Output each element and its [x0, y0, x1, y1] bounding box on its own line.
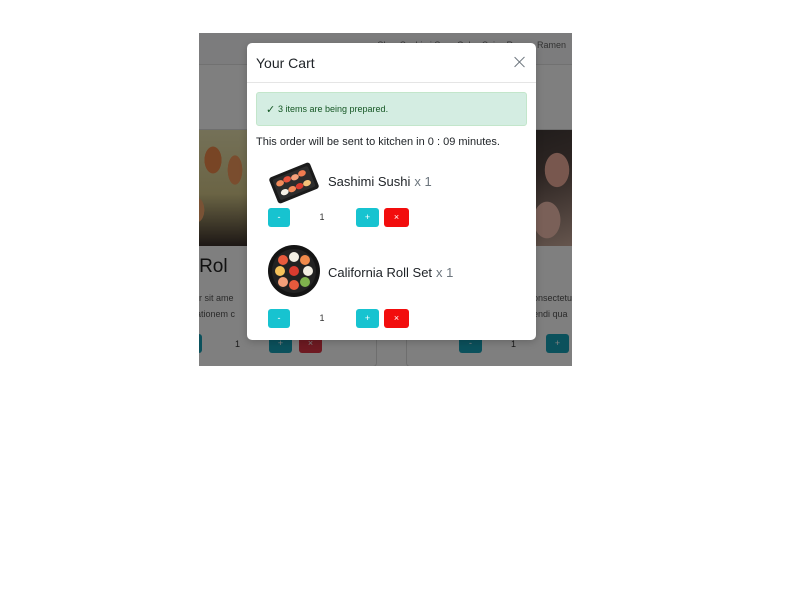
- cart-item-name: Sashimi Sushi x 1: [328, 174, 432, 189]
- cart-item: Sashimi Sushi x 1 - 1 + ×: [247, 160, 536, 250]
- decrease-quantity-button[interactable]: -: [268, 309, 290, 328]
- increase-quantity-button[interactable]: +: [356, 309, 379, 328]
- cart-item-quantity-label: x 1: [414, 174, 432, 189]
- remove-item-button[interactable]: ×: [384, 309, 409, 328]
- california-roll-set-image: [268, 245, 320, 297]
- sashimi-sushi-image: [269, 162, 319, 204]
- cart-item-name: California Roll Set x 1: [328, 265, 454, 280]
- success-alert: ✓ 3 items are being prepared.: [256, 92, 527, 126]
- check-icon: ✓: [266, 104, 276, 116]
- modal-header: Your Cart: [247, 43, 536, 83]
- quantity-value: 1: [319, 212, 325, 222]
- close-icon[interactable]: [512, 54, 528, 70]
- cart-modal: Your Cart ✓ 3 items are being prepared. …: [247, 43, 536, 340]
- alert-text: 3 items are being prepared.: [278, 104, 389, 114]
- modal-title: Your Cart: [256, 55, 315, 71]
- kitchen-countdown-text: This order will be sent to kitchen in 0 …: [256, 136, 500, 148]
- cart-item-quantity-label: x 1: [436, 265, 454, 280]
- cart-item: California Roll Set x 1 - 1 + ×: [247, 244, 536, 334]
- quantity-value: 1: [319, 313, 325, 323]
- increase-quantity-button[interactable]: +: [356, 208, 379, 227]
- remove-item-button[interactable]: ×: [384, 208, 409, 227]
- decrease-quantity-button[interactable]: -: [268, 208, 290, 227]
